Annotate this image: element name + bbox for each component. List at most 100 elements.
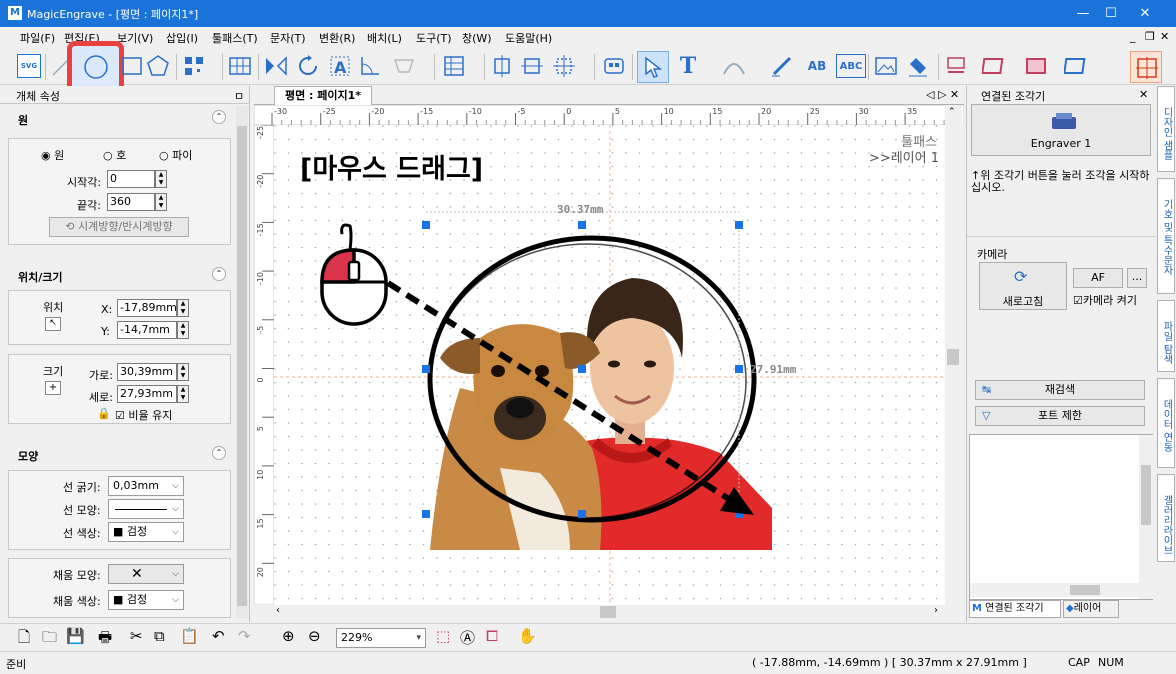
left-panel-scrollbar[interactable] — [236, 106, 248, 618]
canvas-vertical-scrollbar[interactable]: ⌃ — [945, 105, 962, 605]
tab-design-samples[interactable]: 디자인 샘플 — [1157, 86, 1175, 172]
engraver-device-button[interactable]: Engraver 1 — [971, 104, 1151, 156]
svg-import-icon[interactable]: SVG — [17, 54, 41, 78]
end-angle-spinner[interactable]: ▲ ▼ — [155, 193, 167, 211]
menu-toolpath[interactable]: 툴패스(T) — [212, 30, 258, 46]
tab-data-link[interactable]: 데이터 연동 — [1157, 378, 1175, 468]
zoom-area-icon[interactable]: ⬚ — [436, 627, 450, 645]
rescan-button[interactable]: ↹ 재검색 — [975, 380, 1145, 400]
text-outline-icon[interactable]: AB — [802, 54, 832, 78]
frame-style2-icon[interactable] — [1024, 54, 1048, 78]
mdi-restore-button[interactable]: ❐ — [1145, 30, 1155, 43]
right-panel-close-icon[interactable]: ✕ — [1139, 88, 1148, 101]
scroll-left-icon[interactable]: ‹ — [276, 605, 280, 616]
selection-handle-tr[interactable] — [735, 221, 743, 229]
y-spinner[interactable]: ▲ ▼ — [177, 321, 189, 339]
zoom-page-icon[interactable]: ⧠ — [486, 627, 498, 645]
camera-more-button[interactable]: ... — [1127, 268, 1147, 288]
pan-hand-icon[interactable]: ✋ — [518, 627, 537, 645]
angle-tool-icon[interactable] — [358, 54, 382, 78]
camera-refresh-button[interactable]: ⟳ 새로고침 — [979, 262, 1067, 310]
y-input[interactable]: -14,7mm — [117, 321, 177, 339]
shape-tool-icon[interactable] — [392, 54, 416, 78]
menu-tools[interactable]: 도구(T) — [416, 30, 452, 46]
undo-icon[interactable]: ↶ — [212, 627, 225, 645]
scrollbar-thumb[interactable] — [600, 606, 616, 618]
x-input[interactable]: -17,89mm — [117, 299, 177, 317]
height-input[interactable]: 27,93mm — [117, 385, 177, 403]
scrollbar-thumb[interactable] — [947, 349, 959, 365]
height-spinner[interactable]: ▲ ▼ — [177, 385, 189, 403]
rectangle-tool-icon[interactable] — [120, 54, 144, 78]
drawing-canvas[interactable]: 툴패스 >>레이어 1 [마우스 드래그] 30.37mm 27.91mm — [274, 125, 959, 605]
end-angle-input[interactable]: 360 — [107, 193, 155, 211]
collapse-shape-icon[interactable]: ⌃ — [212, 446, 226, 460]
mdi-minimize-button[interactable]: _ — [1130, 30, 1136, 43]
tab-connected-engraver[interactable]: M 연결된 조각기 — [969, 600, 1061, 618]
text-tool-icon[interactable]: T — [676, 54, 700, 78]
frame-style1-icon[interactable] — [982, 54, 1006, 78]
save-icon[interactable]: 💾 — [66, 627, 85, 645]
keep-ratio-checkbox[interactable]: ☑ 비율 유지 — [115, 407, 172, 423]
radio-arc[interactable]: ○ 호 — [103, 147, 126, 163]
menu-window[interactable]: 창(W) — [462, 30, 492, 46]
engraver-list[interactable] — [969, 434, 1153, 600]
list-vertical-scrollbar[interactable] — [1139, 435, 1153, 599]
start-angle-spinner[interactable]: ▲ ▼ — [155, 170, 167, 188]
snap-grid-button[interactable] — [1130, 51, 1162, 83]
port-limit-button[interactable]: ▽ 포트 제한 — [975, 406, 1145, 426]
select-tool-button[interactable] — [637, 51, 669, 83]
frame-style3-icon[interactable] — [1064, 54, 1088, 78]
close-button[interactable]: ✕ — [1122, 0, 1168, 27]
line-color-select[interactable]: ■ 검정 ⌵ — [108, 522, 184, 542]
paste-icon[interactable]: 📋 — [180, 627, 199, 645]
menu-arrange[interactable]: 배치(L) — [367, 30, 402, 46]
tab-gallery-fonts[interactable]: 갤러리라이브러리 폰트 — [1157, 474, 1175, 562]
text-fit-tool-icon[interactable]: A — [328, 54, 352, 78]
selection-handle-tl[interactable] — [422, 221, 430, 229]
radio-pie[interactable]: ○ 파이 — [159, 147, 192, 163]
engrave-icon[interactable] — [944, 54, 968, 78]
menu-insert[interactable]: 삽입(I) — [166, 30, 198, 46]
menu-text[interactable]: 문자(T) — [270, 30, 306, 46]
start-angle-input[interactable]: 0 — [107, 170, 155, 188]
group-icon[interactable] — [602, 54, 626, 78]
image-tool-icon[interactable] — [874, 54, 898, 78]
scroll-right-icon[interactable]: › — [934, 605, 938, 616]
canvas-horizontal-scrollbar[interactable]: ‹ › — [274, 605, 945, 619]
scrollbar-thumb[interactable] — [1070, 585, 1100, 595]
pen-tool-icon[interactable] — [770, 54, 794, 78]
align-center-icon[interactable] — [490, 54, 514, 78]
af-button[interactable]: AF — [1073, 268, 1123, 288]
radio-circle[interactable]: ◉ 원 — [41, 147, 64, 163]
size-anchor-icon[interactable]: + — [45, 381, 61, 395]
pin-icon[interactable]: ㅁ — [234, 88, 244, 104]
copy-icon[interactable]: ⧉ — [154, 627, 165, 645]
tab-symbols[interactable]: 기호 및 특수문자 — [1157, 178, 1175, 294]
position-anchor-icon[interactable]: ↖ — [45, 317, 61, 331]
redo-icon[interactable]: ↷ — [238, 627, 251, 645]
list-horizontal-scrollbar[interactable] — [970, 583, 1139, 597]
menu-help[interactable]: 도움말(H) — [505, 30, 552, 46]
table-tool-icon[interactable] — [228, 54, 252, 78]
qrcode-tool-icon[interactable] — [182, 54, 206, 78]
text-box-icon[interactable]: ABC — [836, 54, 866, 78]
direction-button[interactable]: ⟲ 시계방향/반시계방향 — [49, 217, 189, 237]
tab-layer[interactable]: ◆레이어 — [1063, 600, 1119, 618]
line-style-select[interactable]: ⌵ — [108, 499, 184, 519]
tab-file-explorer[interactable]: 파일 탐색 — [1157, 300, 1175, 372]
grid-layout-icon[interactable] — [442, 54, 466, 78]
scrollbar-thumb[interactable] — [237, 126, 247, 606]
rotate-tool-icon[interactable] — [296, 54, 320, 78]
tab-page1[interactable]: 평면 : 페이지1* — [274, 86, 372, 105]
camera-on-checkbox[interactable]: ☑카메라 켜기 — [1073, 292, 1137, 308]
selection-handle-tc[interactable] — [578, 221, 586, 229]
align-both-icon[interactable] — [552, 54, 576, 78]
new-file-icon[interactable]: 🗋 — [18, 627, 30, 652]
print-icon[interactable]: 🖶 — [98, 627, 112, 652]
mirror-tool-icon[interactable] — [264, 54, 288, 78]
collapse-position-icon[interactable]: ⌃ — [212, 267, 226, 281]
width-spinner[interactable]: ▲ ▼ — [177, 363, 189, 381]
width-input[interactable]: 30,39mm — [117, 363, 177, 381]
collapse-circle-icon[interactable]: ⌃ — [212, 110, 226, 124]
